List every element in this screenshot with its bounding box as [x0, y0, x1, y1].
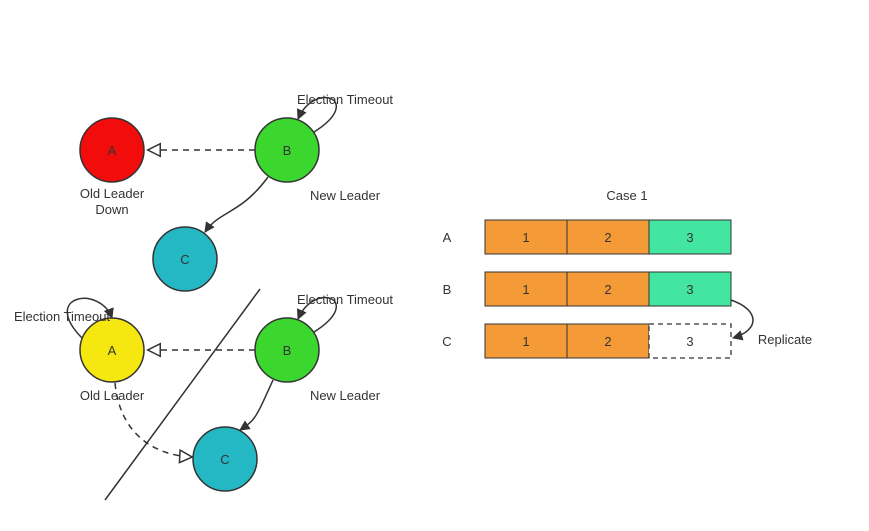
log-row-id: A [443, 230, 452, 245]
top-node-a-label1: Old Leader [80, 186, 145, 201]
logs-title: Case 1 [606, 188, 647, 203]
top-node-a-label2: Down [95, 202, 128, 217]
log-cell-value: 3 [686, 282, 693, 297]
bottom-node-a: A [80, 318, 144, 382]
bottom-node-b: B [255, 318, 319, 382]
log-cell-value: 2 [604, 282, 611, 297]
log-cell-value: 3 [686, 230, 693, 245]
bottom-node-b-label: New Leader [310, 388, 381, 403]
log-cell-value: 3 [686, 334, 693, 349]
bottom-a-timeout-label: Election Timeout [14, 309, 110, 324]
replicate-label: Replicate [758, 332, 812, 347]
log-row-id: B [443, 282, 452, 297]
top-edge-b-to-c [205, 177, 268, 232]
log-cell-value: 2 [604, 230, 611, 245]
bottom-b-timeout-label: Election Timeout [297, 292, 393, 307]
top-node-a: A [80, 118, 144, 182]
top-node-b: B [255, 118, 319, 182]
top-timeout-label: Election Timeout [297, 92, 393, 107]
bottom-node-c-letter: C [220, 452, 229, 467]
top-node-a-letter: A [108, 143, 117, 158]
log-row-id: C [442, 334, 451, 349]
bottom-node-a-letter: A [108, 343, 117, 358]
replicate-arrow [731, 300, 753, 338]
bottom-node-b-letter: B [283, 343, 292, 358]
logs-table: A 1 2 3 B 1 2 3 C 1 2 3 [442, 220, 731, 358]
log-cell-value: 2 [604, 334, 611, 349]
top-node-b-label: New Leader [310, 188, 381, 203]
bottom-node-a-label: Old Leader [80, 388, 145, 403]
bottom-node-c: C [193, 427, 257, 491]
top-node-c-letter: C [180, 252, 189, 267]
log-cell-value: 1 [522, 230, 529, 245]
top-node-c: C [153, 227, 217, 291]
bottom-edge-b-to-c [240, 380, 273, 430]
log-cell-value: 1 [522, 334, 529, 349]
top-node-b-letter: B [283, 143, 292, 158]
log-cell-value: 1 [522, 282, 529, 297]
